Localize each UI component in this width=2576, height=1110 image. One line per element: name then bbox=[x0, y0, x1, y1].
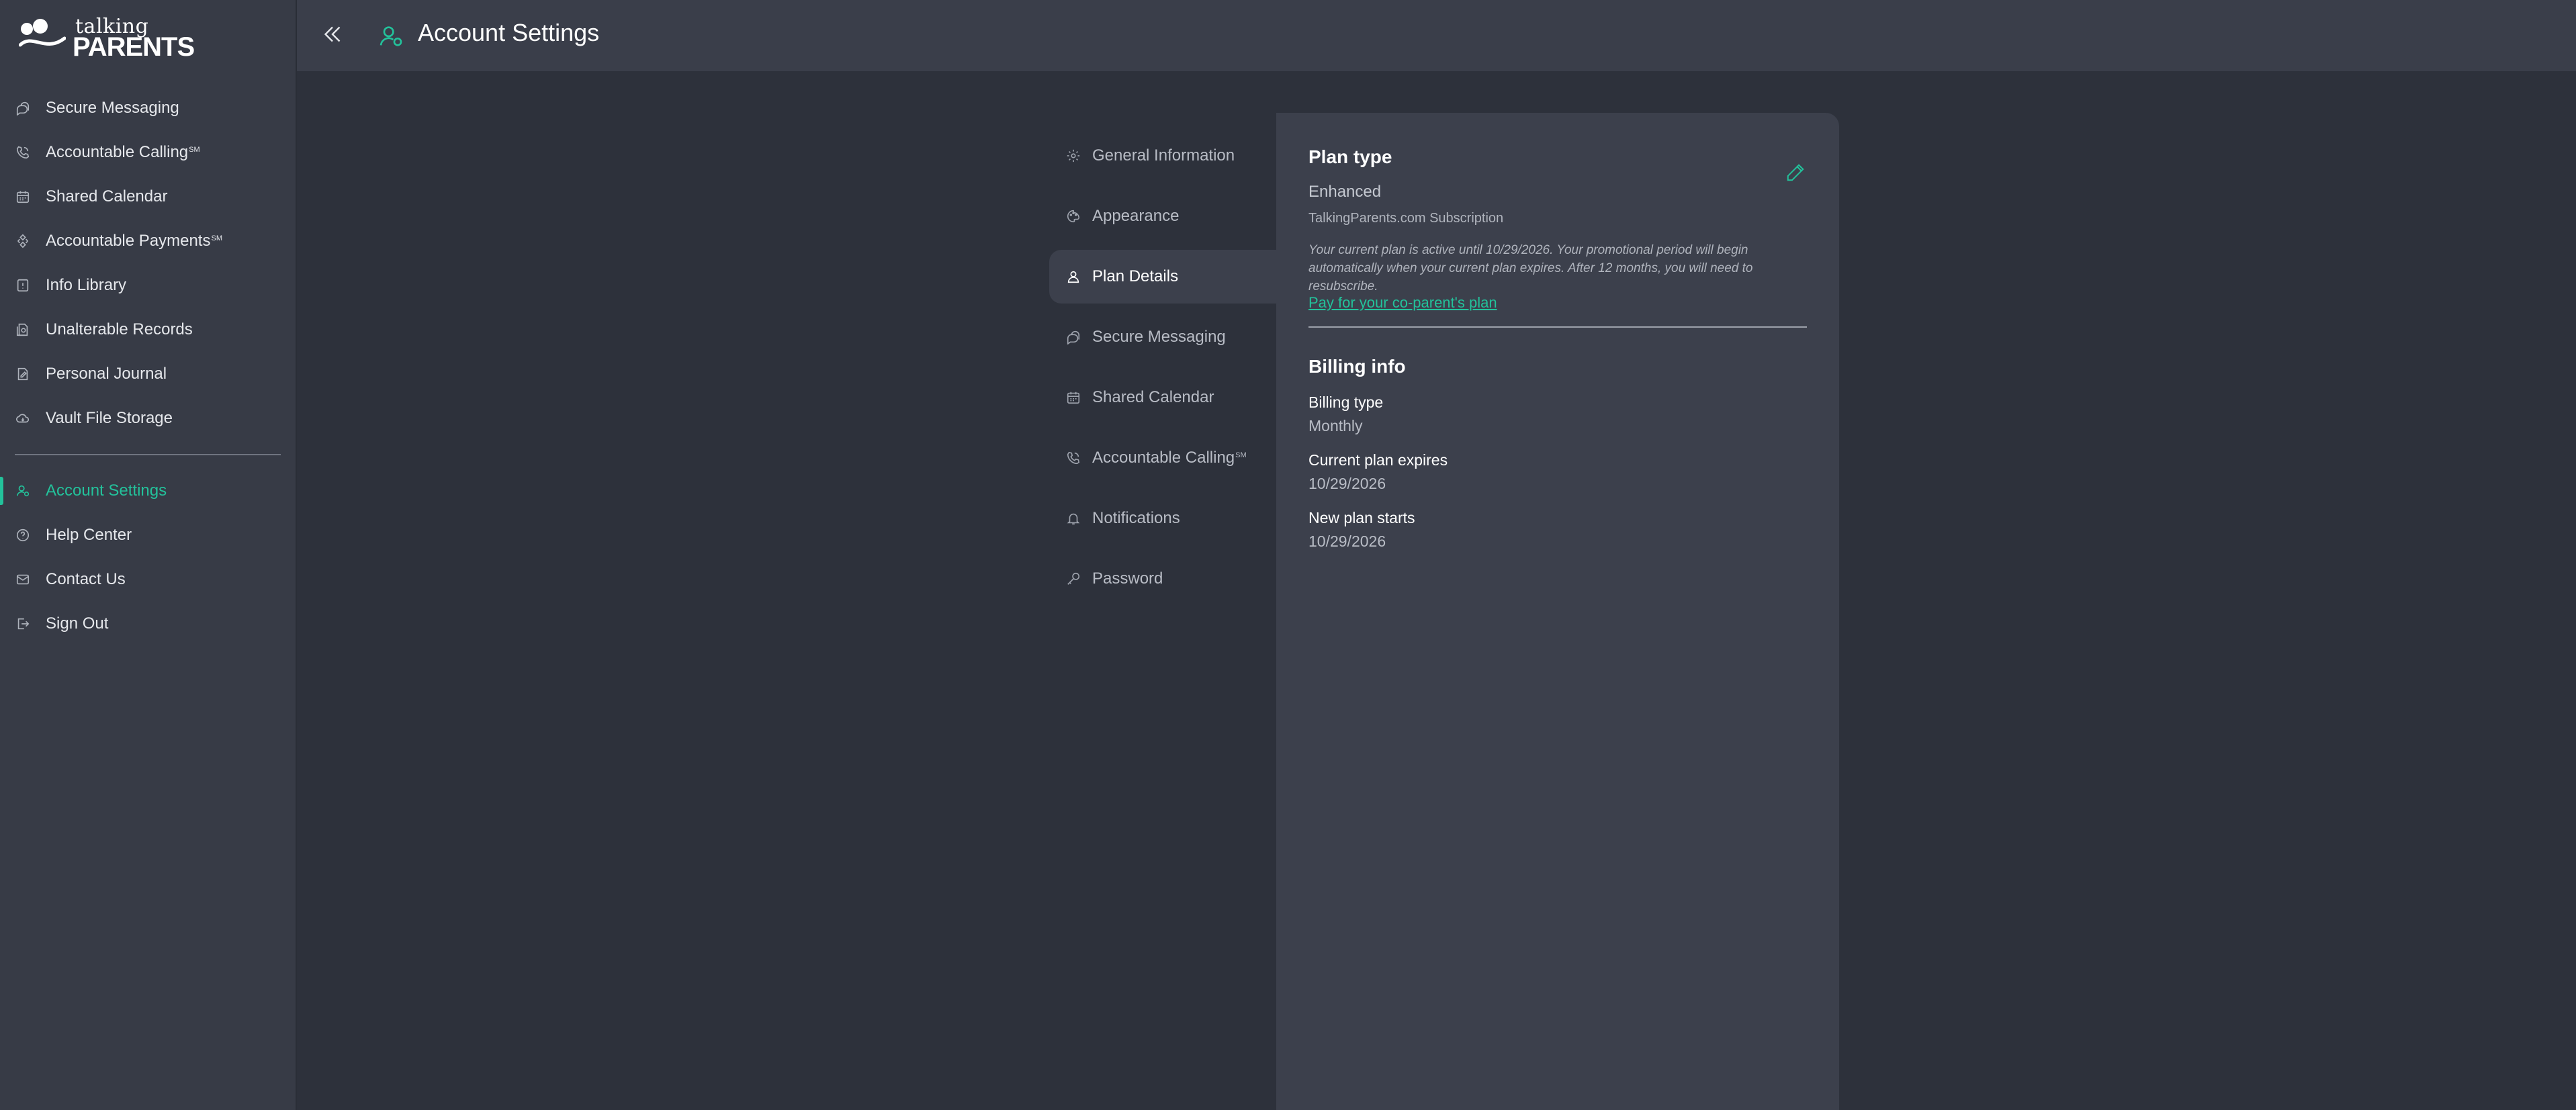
tab-label: Shared Calendar bbox=[1092, 388, 1214, 406]
billing-type-value: Monthly bbox=[1308, 417, 1363, 434]
tab-general-information[interactable]: General Information bbox=[1049, 129, 1276, 183]
sidebar-item-label: Info Library bbox=[46, 276, 127, 294]
sidebar-item-label: Shared Calendar bbox=[46, 187, 168, 205]
current-plan-expires-label: Current plan expires bbox=[1308, 451, 1448, 469]
sidebar: talking PARENTS Secure Messaging Account… bbox=[0, 0, 297, 1110]
key-icon bbox=[1065, 571, 1081, 587]
sidebar-item-label: Contact Us bbox=[46, 570, 126, 588]
sidebar-item-sign-out[interactable]: Sign Out bbox=[0, 602, 296, 646]
message-bubbles-icon bbox=[1065, 329, 1081, 345]
sidebar-divider bbox=[15, 454, 281, 455]
sidebar-item-label: Sign Out bbox=[46, 614, 109, 633]
sign-out-icon bbox=[15, 616, 31, 632]
bell-icon bbox=[1065, 510, 1081, 526]
new-plan-starts-label: New plan starts bbox=[1308, 509, 1415, 526]
sidebar-item-accountable-calling[interactable]: Accountable Calling SM bbox=[0, 130, 296, 175]
logo-text-bottom: PARENTS bbox=[73, 32, 195, 62]
sidebar-item-label: Accountable Calling bbox=[46, 143, 189, 161]
tab-label: Secure Messaging bbox=[1092, 328, 1226, 346]
logo-icon bbox=[19, 19, 66, 47]
tab-label: Plan Details bbox=[1092, 267, 1179, 285]
sidebar-item-contact-us[interactable]: Contact Us bbox=[0, 557, 296, 602]
sidebar-item-label: Account Settings bbox=[46, 481, 167, 500]
tab-appearance[interactable]: Appearance bbox=[1049, 189, 1276, 243]
current-plan-expires-value: 10/29/2026 bbox=[1308, 475, 1386, 492]
sidebar-item-label: Accountable Payments bbox=[46, 232, 211, 250]
journal-icon bbox=[15, 366, 31, 382]
service-mark: SM bbox=[1235, 451, 1247, 459]
tab-plan-details[interactable]: Plan Details bbox=[1049, 250, 1276, 304]
settings-nav: General Information Appearance Plan Deta… bbox=[1049, 129, 1276, 612]
service-mark: SM bbox=[211, 234, 222, 242]
envelope-icon bbox=[15, 571, 31, 588]
sidebar-item-label: Secure Messaging bbox=[46, 99, 179, 117]
sidebar-item-info-library[interactable]: Info Library bbox=[0, 263, 296, 308]
user-settings-icon bbox=[377, 23, 404, 50]
tab-label: Appearance bbox=[1092, 207, 1180, 225]
sidebar-item-secure-messaging[interactable]: Secure Messaging bbox=[0, 86, 296, 130]
billing-type-label: Billing type bbox=[1308, 394, 1384, 411]
sidebar-item-label: Unalterable Records bbox=[46, 320, 193, 338]
plan-type-value: Enhanced bbox=[1308, 183, 1382, 201]
plan-type-heading: Plan type bbox=[1308, 146, 1392, 167]
help-icon bbox=[15, 527, 31, 543]
tab-label: General Information bbox=[1092, 146, 1235, 165]
plan-subscription-name: TalkingParents.com Subscription bbox=[1308, 211, 1504, 226]
sidebar-item-accountable-payments[interactable]: Accountable Payments SM bbox=[0, 219, 296, 263]
book-icon bbox=[15, 277, 31, 293]
double-chevron-left-icon bbox=[320, 22, 345, 50]
sidebar-item-label: Personal Journal bbox=[46, 365, 167, 383]
plan-note: Your current plan is active until 10/29/… bbox=[1308, 243, 1753, 293]
billing-info-heading: Billing info bbox=[1308, 356, 1406, 377]
palette-icon bbox=[1065, 208, 1081, 224]
tab-label: Notifications bbox=[1092, 509, 1180, 527]
calendar-icon bbox=[15, 189, 31, 205]
plan-details-panel: Plan type Enhanced TalkingParents.com Su… bbox=[1276, 113, 1839, 1110]
sidebar-nav: Secure Messaging Accountable Calling SM S… bbox=[0, 86, 296, 646]
tab-label: Password bbox=[1092, 569, 1163, 588]
message-bubbles-icon bbox=[15, 100, 31, 116]
tab-shared-calendar[interactable]: Shared Calendar bbox=[1049, 371, 1276, 424]
gear-icon bbox=[1065, 148, 1081, 164]
sidebar-item-help-center[interactable]: Help Center bbox=[0, 513, 296, 557]
sidebar-item-vault-file-storage[interactable]: Vault File Storage bbox=[0, 396, 296, 441]
phone-icon bbox=[15, 144, 31, 160]
sidebar-item-label: Vault File Storage bbox=[46, 409, 173, 427]
sidebar-item-unalterable-records[interactable]: Unalterable Records bbox=[0, 308, 296, 352]
cloud-icon bbox=[15, 410, 31, 426]
sidebar-item-label: Help Center bbox=[46, 526, 132, 544]
service-mark: SM bbox=[189, 146, 200, 154]
page-title: Account Settings bbox=[418, 19, 600, 46]
user-settings-icon bbox=[15, 483, 31, 499]
sidebar-item-account-settings[interactable]: Account Settings bbox=[0, 469, 296, 513]
new-plan-starts-value: 10/29/2026 bbox=[1308, 533, 1386, 550]
tab-label: Accountable Calling bbox=[1092, 449, 1235, 467]
pay-for-coparent-link[interactable]: Pay for your co-parent's plan bbox=[1308, 294, 1497, 312]
payments-icon bbox=[15, 233, 31, 249]
calendar-icon bbox=[1065, 389, 1081, 406]
collapse-sidebar-button[interactable] bbox=[317, 20, 348, 51]
tab-notifications[interactable]: Notifications bbox=[1049, 492, 1276, 545]
top-bar: Account Settings bbox=[297, 0, 2576, 71]
talkingparents-logo[interactable]: talking PARENTS bbox=[19, 12, 195, 62]
tab-accountable-calling[interactable]: Accountable Calling SM bbox=[1049, 431, 1276, 485]
sidebar-item-shared-calendar[interactable]: Shared Calendar bbox=[0, 175, 296, 219]
tab-password[interactable]: Password bbox=[1049, 552, 1276, 606]
phone-icon bbox=[1065, 450, 1081, 466]
records-icon bbox=[15, 322, 31, 338]
tab-secure-messaging[interactable]: Secure Messaging bbox=[1049, 310, 1276, 364]
user-icon bbox=[1065, 269, 1081, 285]
sidebar-item-personal-journal[interactable]: Personal Journal bbox=[0, 352, 296, 396]
section-divider bbox=[1308, 326, 1807, 328]
